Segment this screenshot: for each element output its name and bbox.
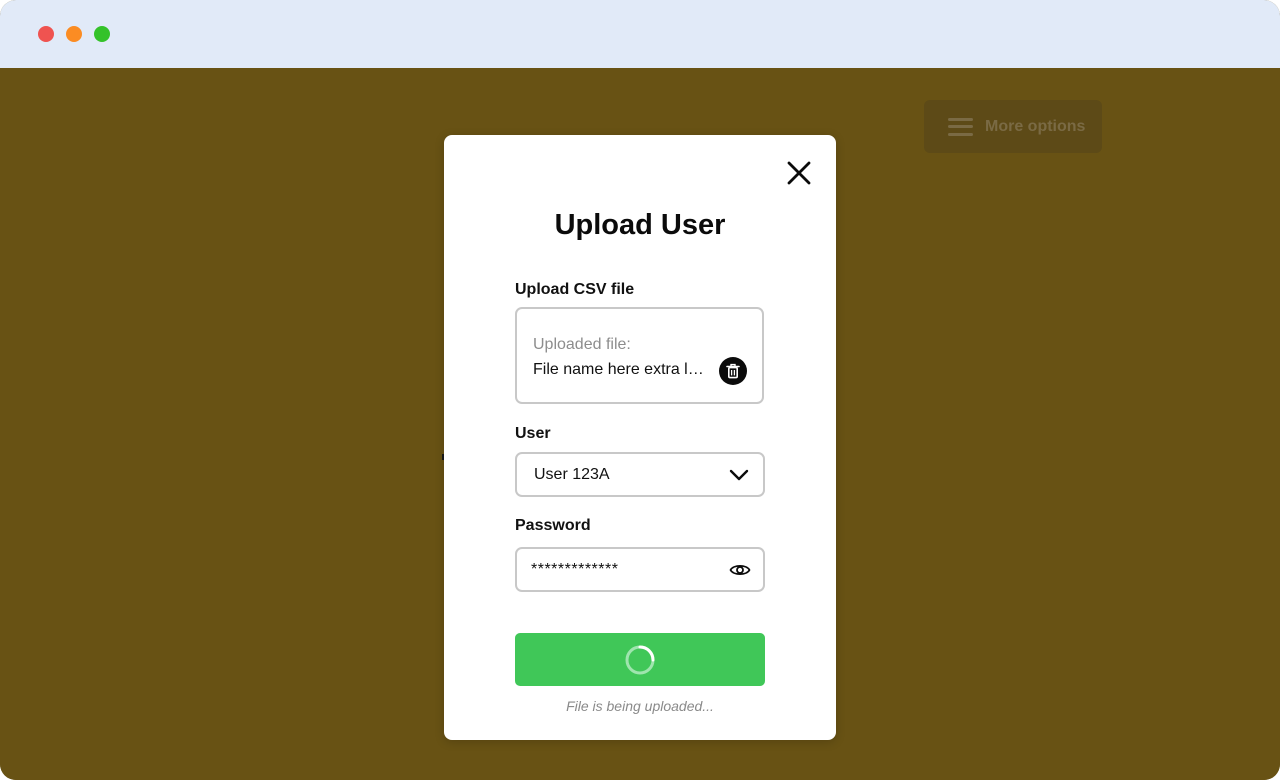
user-select[interactable]: User 123A [515, 452, 765, 497]
menu-icon [948, 117, 973, 136]
spinner-icon [625, 645, 655, 674]
submit-button[interactable] [515, 633, 765, 686]
window-titlebar [0, 0, 1280, 68]
upload-csv-label: Upload CSV file [515, 281, 635, 298]
modal-title: Upload User [554, 209, 726, 241]
upload-user-modal: Upload User Upload CSV file Uploaded fil… [444, 135, 836, 740]
window-maximize-dot[interactable] [94, 26, 110, 42]
password-input[interactable] [531, 560, 721, 580]
uploaded-file-name: File name here extra long name.csv [533, 361, 711, 378]
window-close-dot[interactable] [38, 26, 54, 42]
user-select-value: User 123A [534, 466, 610, 483]
close-icon [787, 161, 811, 185]
uploaded-file-box: Uploaded file: File name here extra long… [515, 307, 764, 404]
password-field[interactable] [515, 547, 765, 592]
more-options-button[interactable]: More options [924, 100, 1102, 153]
password-label: Password [515, 517, 591, 534]
more-options-label: More options [985, 117, 1086, 135]
uploaded-file-caption: Uploaded file: [533, 336, 631, 353]
upload-status-text: File is being uploaded... [566, 698, 714, 714]
chevron-down-icon [729, 469, 749, 481]
eye-icon[interactable] [729, 561, 751, 579]
trash-icon [726, 363, 740, 379]
user-label: User [515, 425, 551, 442]
window-minimize-dot[interactable] [66, 26, 82, 42]
close-button[interactable] [785, 159, 813, 187]
app-window: More options Upload User Upload CSV file… [0, 0, 1280, 780]
delete-file-button[interactable] [719, 357, 747, 385]
